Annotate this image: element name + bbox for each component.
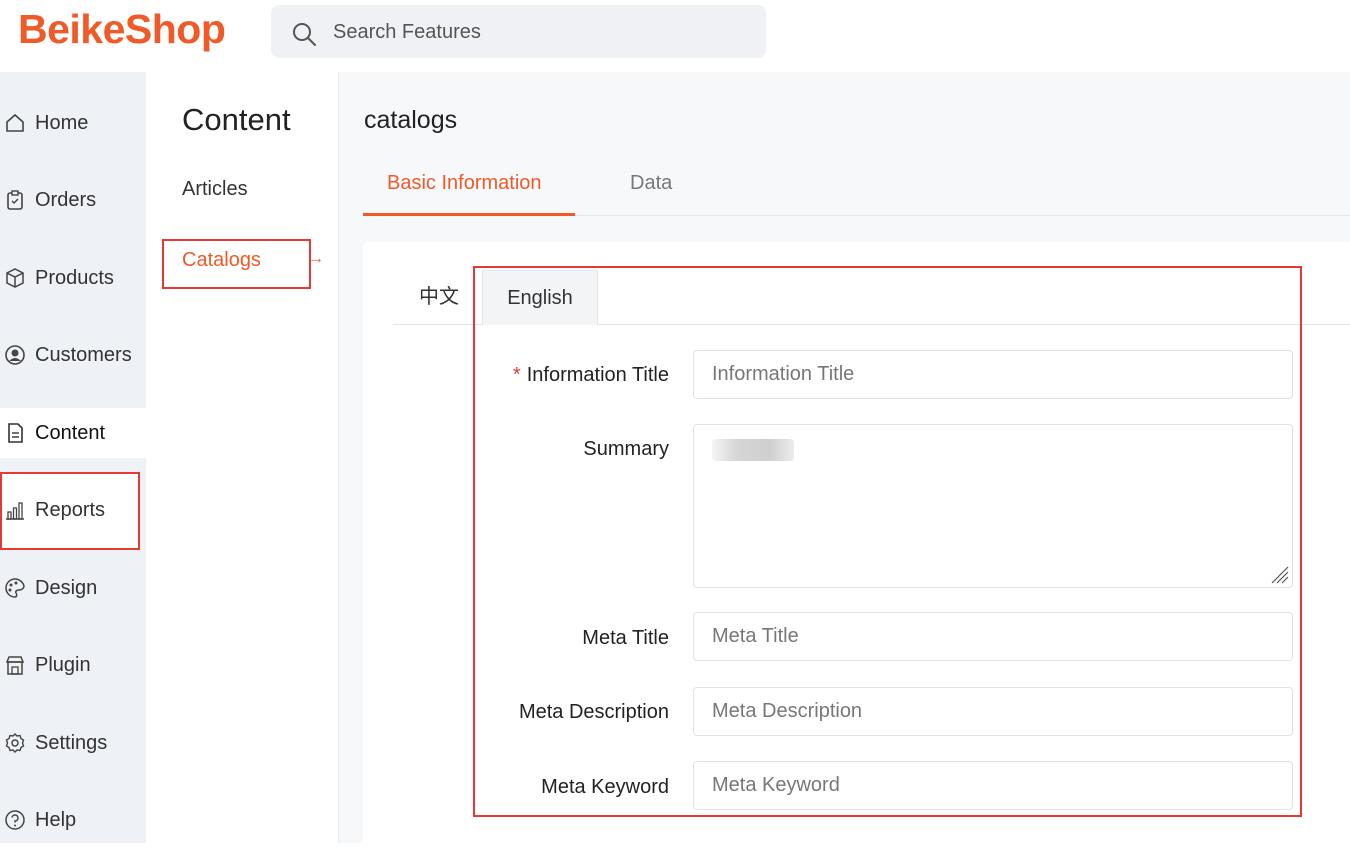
sidebar-item-label: Home — [35, 111, 89, 134]
subpanel-title: Content — [182, 102, 291, 137]
sidebar-item-label: Orders — [35, 188, 97, 211]
sidebar-item-settings[interactable]: Settings — [0, 718, 146, 768]
subnav-articles[interactable]: Articles — [182, 178, 248, 201]
sidebar-item-label: Settings — [35, 731, 108, 754]
sidebar-item-reports[interactable]: Reports — [0, 485, 146, 535]
sidebar-item-products[interactable]: Products — [0, 253, 146, 303]
sidebar-item-plugin[interactable]: Plugin — [0, 640, 146, 690]
store-icon — [5, 656, 25, 675]
page-title: catalogs — [364, 106, 458, 134]
tab-basic-information[interactable]: Basic Information — [363, 168, 575, 216]
sidebar-item-home[interactable]: Home — [0, 98, 146, 148]
tab-lang-zh[interactable]: 中文 — [419, 270, 479, 325]
brand-logo[interactable]: BeikeShop — [18, 6, 226, 53]
clipboard-icon — [7, 190, 23, 210]
sidebar-item-label: Products — [35, 266, 114, 289]
gear-icon — [5, 733, 25, 753]
box-icon — [6, 268, 24, 288]
sidebar-item-label: Reports — [35, 498, 106, 521]
main-content: catalogs Basic Information Data 中文 Engli… — [339, 72, 1350, 862]
arrow-right-icon: → — [308, 250, 324, 267]
home-icon — [6, 113, 24, 132]
sidebar-item-label: Customers — [35, 343, 132, 366]
sidebar-item-help[interactable]: Help — [0, 795, 146, 845]
main-sidebar: Home Orders Products Customers Content R… — [0, 72, 146, 843]
search-bar[interactable] — [271, 5, 766, 58]
sidebar-item-label: Plugin — [35, 653, 91, 676]
search-input[interactable] — [333, 14, 753, 50]
user-circle-icon — [5, 345, 25, 365]
sidebar-item-content[interactable]: Content — [0, 408, 146, 458]
form-card: 中文 English *Information Title Summary Me… — [363, 242, 1350, 862]
content-subpanel: Content Articles Catalogs → — [146, 72, 339, 843]
palette-icon — [5, 578, 25, 598]
section-tabs: Basic Information Data — [363, 168, 1350, 216]
sidebar-item-customers[interactable]: Customers — [0, 330, 146, 380]
sidebar-item-design[interactable]: Design — [0, 563, 146, 613]
sidebar-item-label: Design — [35, 576, 98, 599]
search-icon — [293, 23, 316, 46]
sidebar-item-orders[interactable]: Orders — [0, 175, 146, 225]
sidebar-item-label: Content — [35, 421, 106, 444]
question-icon — [5, 810, 25, 830]
top-header: BeikeShop — [0, 0, 1350, 72]
document-icon — [8, 423, 23, 443]
sidebar-item-label: Help — [35, 808, 77, 831]
tab-data[interactable]: Data — [630, 168, 710, 216]
form-highlight-box — [473, 266, 1302, 817]
bar-chart-icon — [6, 502, 24, 520]
subnav-catalogs[interactable]: Catalogs — [182, 249, 261, 272]
